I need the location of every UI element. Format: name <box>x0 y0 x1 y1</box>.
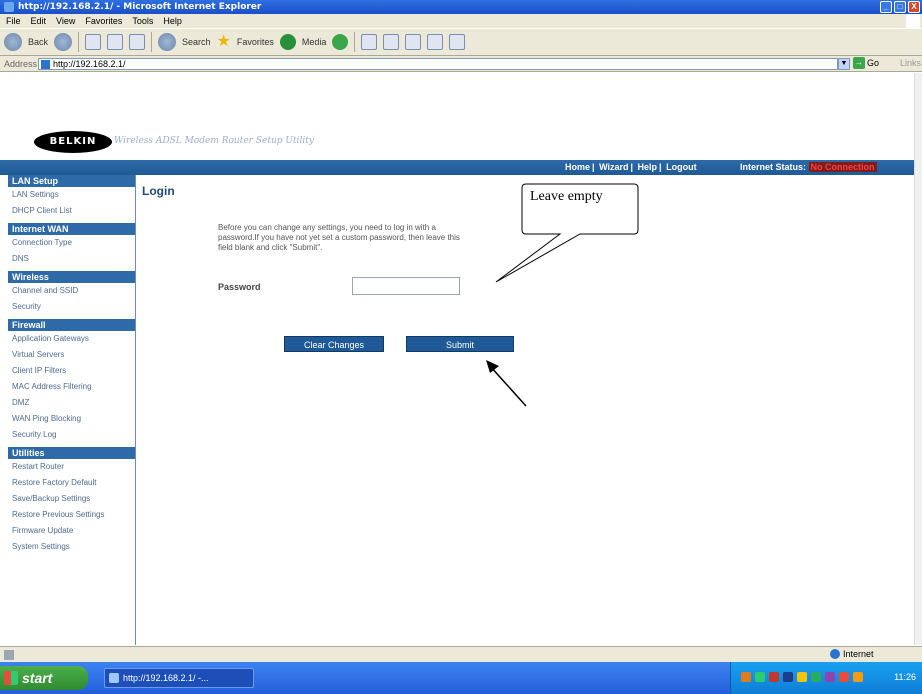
start-label: start <box>22 670 53 686</box>
tray-clock: 11:26 <box>894 672 916 682</box>
tray-icon[interactable] <box>839 672 849 682</box>
tray-icon[interactable] <box>825 672 835 682</box>
tray-icon[interactable] <box>769 672 779 682</box>
tray-icon[interactable] <box>783 672 793 682</box>
tray-icon[interactable] <box>755 672 765 682</box>
windows-taskbar: start http://192.168.2.1/ -... 11:26 <box>0 662 922 694</box>
tray-icon[interactable] <box>811 672 821 682</box>
windows-flag-icon <box>4 671 18 685</box>
taskbar-ie-window[interactable]: http://192.168.2.1/ -... <box>104 668 254 688</box>
page-status-icon <box>4 650 14 660</box>
screen: http://192.168.2.1/ - Microsoft Internet… <box>0 0 922 694</box>
callout-text: Leave empty <box>530 189 603 204</box>
tray-icon[interactable] <box>797 672 807 682</box>
tray-icon[interactable] <box>853 672 863 682</box>
status-bar: Internet <box>0 646 922 662</box>
callout-annotation <box>486 183 639 407</box>
pointer-arrow-line <box>489 365 527 407</box>
globe-icon <box>830 649 840 659</box>
pointer-arrow-head <box>486 360 499 373</box>
zone-label: Internet <box>843 649 874 659</box>
security-zone: Internet <box>830 649 874 659</box>
taskbar-item-label: http://192.168.2.1/ -... <box>123 673 209 683</box>
start-button[interactable]: start <box>0 666 88 690</box>
system-tray: 11:26 <box>730 662 922 694</box>
ie-icon <box>109 673 119 683</box>
tray-icon[interactable] <box>741 672 751 682</box>
